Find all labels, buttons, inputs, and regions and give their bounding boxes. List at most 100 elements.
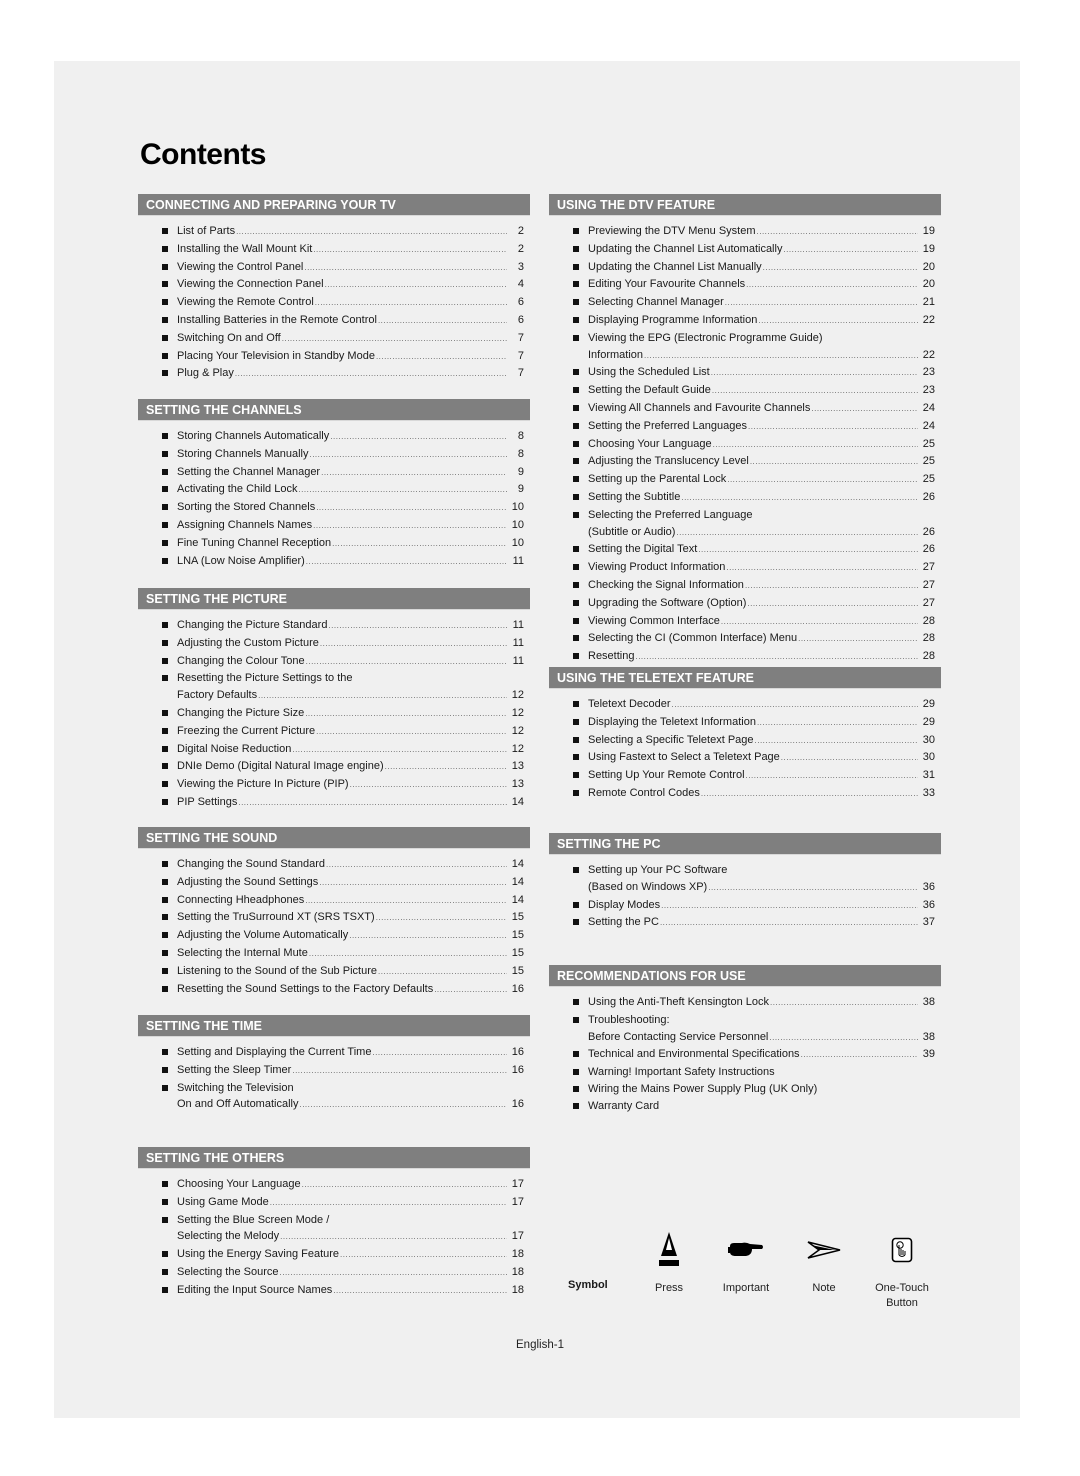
toc-page-number: 9: [517, 465, 524, 478]
toc-section: SETTING THE PC Setting up Your PC Softwar…: [549, 833, 941, 932]
toc-entry[interactable]: Setting the Channel Manager 9: [138, 464, 530, 482]
toc-entry[interactable]: Setting the TruSurround XT (SRS TSXT) 15: [138, 909, 530, 927]
toc-entry[interactable]: Assigning Channels Names 10: [138, 517, 530, 535]
toc-entry[interactable]: Setting Up Your Remote Control 31: [549, 767, 941, 785]
toc-entry[interactable]: Fine Tuning Channel Reception 10: [138, 535, 530, 553]
toc-entry[interactable]: Remote Control Codes 33: [549, 785, 941, 803]
square-bullet-icon: [573, 422, 579, 429]
toc-entry[interactable]: Teletext Decoder 29: [549, 696, 941, 714]
toc-entry[interactable]: Selecting the CI (Common Interface) Menu…: [549, 630, 941, 648]
toc-entry[interactable]: Selecting the Preferred Language (Subtitl…: [549, 507, 941, 542]
toc-entry[interactable]: Setting the Preferred Languages 24: [549, 418, 941, 436]
toc-entry[interactable]: Using the Scheduled List 23: [549, 364, 941, 382]
toc-entry[interactable]: Resetting 28: [549, 648, 941, 666]
toc-entry[interactable]: List of Parts 2: [138, 223, 530, 241]
toc-entry[interactable]: Viewing the Connection Panel 4: [138, 276, 530, 294]
toc-entry[interactable]: Storing Channels Manually 8: [138, 446, 530, 464]
toc-entry[interactable]: Setting up Your PC Software (Based on Win…: [549, 862, 941, 897]
toc-entry[interactable]: Displaying the Teletext Information 29: [549, 714, 941, 732]
toc-entry[interactable]: Viewing the Remote Control 6: [138, 294, 530, 312]
toc-page-number: 4: [517, 278, 524, 291]
toc-entry[interactable]: Installing the Wall Mount Kit 2: [138, 241, 530, 259]
toc-entry[interactable]: DNIe Demo (Digital Natural Image engine)…: [138, 758, 530, 776]
toc-entry[interactable]: Selecting the Internal Mute 15: [138, 945, 530, 963]
toc-entry[interactable]: Upgrading the Software (Option) 27: [549, 595, 941, 613]
dot-leader: [320, 636, 507, 653]
toc-entry[interactable]: Setting up the Parental Lock 25: [549, 471, 941, 489]
toc-entry[interactable]: Checking the Signal Information 27: [549, 577, 941, 595]
toc-entry[interactable]: Setting the Sleep Timer 16: [138, 1062, 530, 1080]
toc-entry[interactable]: Viewing Product Information 27: [549, 559, 941, 577]
toc-entry[interactable]: Using Game Mode 17: [138, 1194, 530, 1212]
toc-entry[interactable]: Warranty Card: [549, 1098, 941, 1115]
toc-entry[interactable]: Setting the Subtitle 26: [549, 489, 941, 507]
toc-entry-title: Using Game Mode: [177, 1195, 269, 1208]
toc-entry[interactable]: Selecting Channel Manager 21: [549, 294, 941, 312]
toc-entry[interactable]: Setting the Default Guide 23: [549, 382, 941, 400]
toc-entry[interactable]: Storing Channels Automatically 8: [138, 428, 530, 446]
toc-entry[interactable]: Displaying Programme Information 22: [549, 312, 941, 330]
toc-entry[interactable]: Activating the Child Lock 9: [138, 481, 530, 499]
toc-entry[interactable]: Resetting the Picture Settings to the Fac…: [138, 670, 530, 705]
toc-entry[interactable]: Placing Your Television in Standby Mode 7: [138, 348, 530, 366]
dot-leader: [726, 560, 918, 577]
toc-entry[interactable]: Viewing All Channels and Favourite Chann…: [549, 400, 941, 418]
toc-entry[interactable]: Sorting the Stored Channels 10: [138, 499, 530, 517]
toc-entry[interactable]: Troubleshooting: Before Contacting Servic…: [549, 1012, 941, 1047]
toc-entry[interactable]: Setting the PC 37: [549, 914, 941, 932]
toc-entry[interactable]: Switching On and Off 7: [138, 330, 530, 348]
toc-entry[interactable]: Switching the Television On and Off Autom…: [138, 1080, 530, 1115]
toc-entry-title: Upgrading the Software (Option): [588, 596, 747, 609]
toc-entry[interactable]: Freezing the Current Picture 12: [138, 723, 530, 741]
dot-leader: [385, 759, 507, 776]
toc-entry[interactable]: Wiring the Mains Power Supply Plug (UK O…: [549, 1081, 941, 1098]
toc-entry[interactable]: Plug & Play 7: [138, 365, 530, 383]
toc-entry[interactable]: Adjusting the Sound Settings 14: [138, 874, 530, 892]
toc-entry[interactable]: Changing the Colour Tone 11: [138, 653, 530, 671]
toc-entry[interactable]: Setting the Blue Screen Mode / Selecting …: [138, 1212, 530, 1247]
toc-entry[interactable]: Changing the Picture Size 12: [138, 705, 530, 723]
toc-entry[interactable]: Editing Your Favourite Channels 20: [549, 276, 941, 294]
toc-entry[interactable]: Updating the Channel List Automatically 1…: [549, 241, 941, 259]
toc-entry[interactable]: Changing the Picture Standard 11: [138, 617, 530, 635]
toc-entry[interactable]: Selecting a Specific Teletext Page 30: [549, 732, 941, 750]
toc-entry[interactable]: Adjusting the Volume Automatically 15: [138, 927, 530, 945]
toc-entry[interactable]: Choosing Your Language 17: [138, 1176, 530, 1194]
toc-entry[interactable]: Resetting the Sound Settings to the Fact…: [138, 981, 530, 999]
toc-entry[interactable]: Previewing the DTV Menu System 19: [549, 223, 941, 241]
toc-entry[interactable]: Choosing Your Language 25: [549, 436, 941, 454]
toc-entry[interactable]: PIP Settings 14: [138, 794, 530, 812]
toc-entry[interactable]: LNA (Low Noise Amplifier) 11: [138, 553, 530, 571]
toc-page-number: 15: [511, 964, 524, 977]
toc-entry[interactable]: Connecting Hheadphones 14: [138, 892, 530, 910]
toc-page-number: 26: [922, 525, 935, 538]
toc-entry[interactable]: Viewing Common Interface 28: [549, 613, 941, 631]
toc-entry-title: Selecting the Source: [177, 1265, 279, 1278]
toc-entry[interactable]: Technical and Environmental Specificatio…: [549, 1046, 941, 1064]
square-bullet-icon: [162, 798, 168, 805]
toc-entry[interactable]: Setting the Digital Text 26: [549, 541, 941, 559]
toc-entry[interactable]: Installing Batteries in the Remote Contr…: [138, 312, 530, 330]
square-bullet-icon: [162, 1066, 168, 1073]
toc-entry[interactable]: Display Modes 36: [549, 897, 941, 915]
toc-entry[interactable]: Using the Energy Saving Feature 18: [138, 1246, 530, 1264]
toc-entry[interactable]: Selecting the Source 18: [138, 1264, 530, 1282]
toc-entry[interactable]: Using Fastext to Select a Teletext Page 3…: [549, 749, 941, 767]
toc-entry[interactable]: Using the Anti-Theft Kensington Lock 38: [549, 994, 941, 1012]
toc-entry-title: Viewing All Channels and Favourite Chann…: [588, 401, 811, 414]
toc-entry[interactable]: Setting and Displaying the Current Time 1…: [138, 1044, 530, 1062]
toc-section: USING THE TELETEXT FEATURE Teletext Decod…: [549, 667, 941, 803]
toc-entry[interactable]: Adjusting the Translucency Level 25: [549, 453, 941, 471]
toc-entry[interactable]: Listening to the Sound of the Sub Pictur…: [138, 963, 530, 981]
toc-entry[interactable]: Updating the Channel List Manually 20: [549, 259, 941, 277]
toc-entry[interactable]: Viewing the Picture In Picture (PIP) 13: [138, 776, 530, 794]
toc-entry[interactable]: Viewing the EPG (Electronic Programme Gu…: [549, 330, 941, 365]
toc-entry[interactable]: Digital Noise Reduction 12: [138, 741, 530, 759]
toc-entry[interactable]: Changing the Sound Standard 14: [138, 856, 530, 874]
toc-entry[interactable]: Adjusting the Custom Picture 11: [138, 635, 530, 653]
toc-entry[interactable]: Warning! Important Safety Instructions: [549, 1064, 941, 1081]
toc-entry[interactable]: Viewing the Control Panel 3: [138, 259, 530, 277]
toc-entry[interactable]: Editing the Input Source Names 18: [138, 1282, 530, 1300]
toc-page-number: 12: [511, 689, 524, 702]
toc-entry-title: List of Parts: [177, 225, 236, 237]
